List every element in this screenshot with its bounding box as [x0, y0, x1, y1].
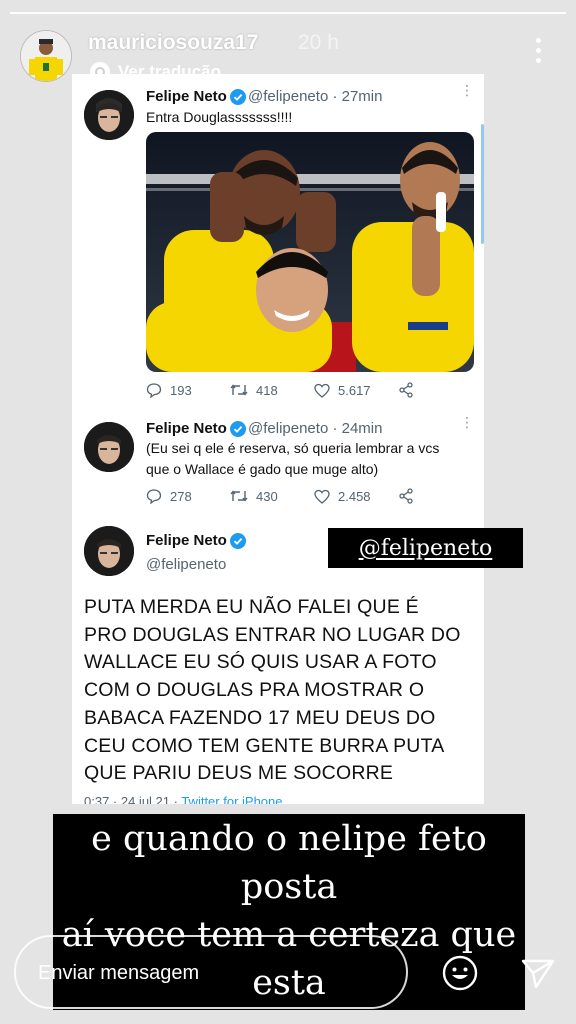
like-action[interactable]: 2.458 [314, 489, 398, 504]
tweet-handle-and-time: @felipeneto · 24min [248, 420, 383, 437]
mention-sticker[interactable]: @felipeneto [328, 528, 523, 568]
story-time-ago: 20 h [298, 31, 339, 54]
retweet-icon [230, 384, 248, 396]
tweet-screenshot: Felipe Neto @felipeneto · 27min ⋮ Entra … [72, 74, 484, 804]
emoji-icon[interactable] [441, 954, 479, 992]
tweet-text: PUTA MERDA EU NÃO FALEI QUE É PRO DOUGLA… [84, 596, 461, 785]
verified-icon [229, 533, 246, 550]
retweet-count: 430 [256, 488, 278, 504]
tweet-photo [146, 132, 474, 372]
reply-action[interactable]: 278 [146, 488, 230, 504]
like-count: 2.458 [338, 488, 371, 504]
caption-line: posta [240, 867, 338, 907]
tweet-author-avatar [84, 526, 134, 576]
share-action[interactable] [398, 382, 414, 398]
tweet-handle: @felipeneto [146, 556, 227, 573]
share-icon [399, 488, 413, 504]
reply-count: 278 [170, 488, 192, 504]
tweet-author-name: Felipe Neto [146, 420, 246, 438]
retweet-icon [230, 490, 248, 502]
share-action[interactable] [398, 488, 414, 504]
like-count: 5.617 [338, 382, 371, 398]
retweet-action[interactable]: 430 [230, 489, 314, 504]
reply-icon [146, 383, 162, 398]
reply-icon [146, 489, 162, 504]
retweet-count: 418 [256, 382, 278, 398]
tweet-author-avatar [84, 422, 134, 472]
story-user-avatar[interactable] [20, 30, 72, 82]
caption-line: e quando o nelipe feto [91, 819, 487, 859]
story-progress-bar [10, 12, 566, 14]
like-icon [314, 489, 330, 504]
tweet-author-avatar [84, 90, 134, 140]
tweet-author-name: Felipe Neto [146, 532, 246, 550]
verified-icon [229, 421, 246, 438]
tweet-actions: 278 430 2.458 [146, 488, 414, 504]
verified-icon [229, 89, 246, 106]
screenshot-scrollbar [481, 124, 484, 244]
tweet-text: (Eu sei q ele é reserva, só queria lembr… [146, 440, 440, 477]
retweet-action[interactable]: 418 [230, 383, 314, 398]
reply-count: 193 [170, 382, 192, 398]
share-icon [399, 382, 413, 398]
tweet-handle-and-time: @felipeneto · 27min [248, 88, 383, 105]
reply-action[interactable]: 193 [146, 382, 230, 398]
like-icon [314, 383, 330, 398]
like-action[interactable]: 5.617 [314, 383, 398, 398]
tweet-more-icon: ⋮ [460, 414, 475, 430]
story-username[interactable]: mauriciosouza17 [88, 31, 258, 55]
tweet-more-icon: ⋮ [460, 82, 475, 98]
tweet-author-name: Felipe Neto [146, 88, 246, 106]
story-progress-fill [10, 12, 566, 14]
tweet-date-source: 0:37 · 24 jul 21 · Twitter for iPhone [84, 794, 283, 804]
tweet-actions: 193 418 5.617 [146, 382, 414, 398]
send-icon[interactable] [520, 956, 556, 990]
tweet-text: Entra Douglasssssss!!!! [146, 109, 293, 125]
more-vertical-icon[interactable] [526, 38, 550, 72]
message-input-placeholder: Enviar mensagem [38, 962, 200, 984]
